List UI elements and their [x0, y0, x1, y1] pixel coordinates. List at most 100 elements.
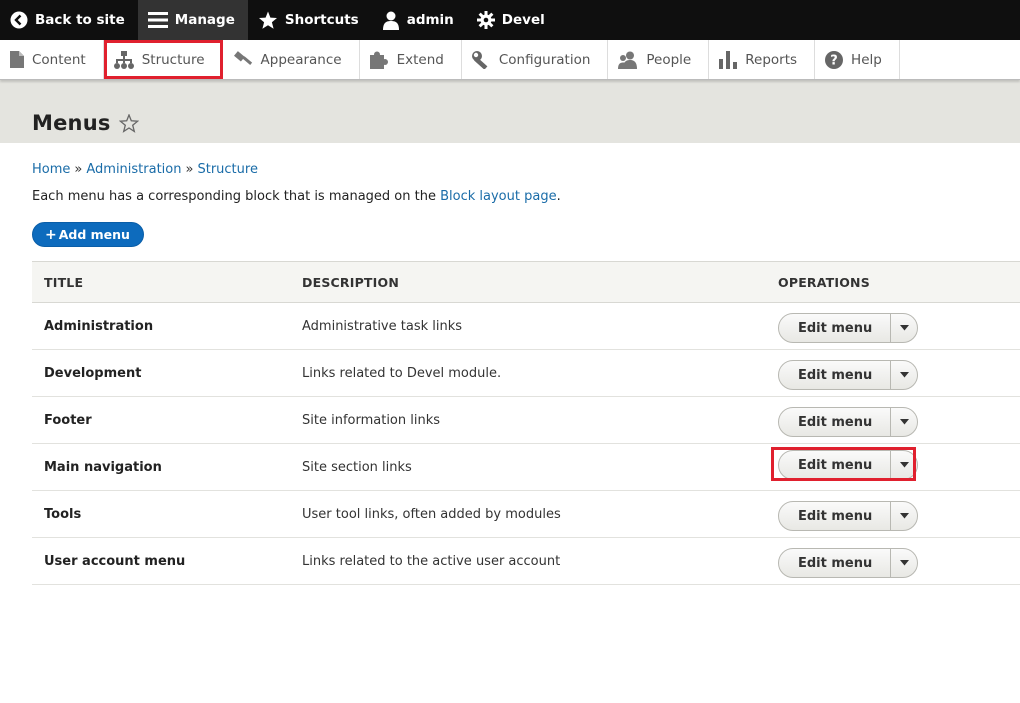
- tray-item-configuration[interactable]: Configuration: [462, 40, 609, 79]
- tray-label-people: People: [646, 51, 692, 68]
- menu-description: Links related to the active user account: [290, 537, 766, 585]
- back-to-site-link[interactable]: Back to site: [0, 0, 138, 40]
- shortcut-star-icon[interactable]: [118, 114, 139, 133]
- tray-item-appearance[interactable]: Appearance: [223, 40, 360, 79]
- table-row: User account menu Links related to the ac…: [32, 537, 1020, 585]
- table-row: Administration Administrative task links E…: [32, 302, 1020, 350]
- edit-menu-button[interactable]: Edit menu: [779, 408, 892, 436]
- tray-label-appearance: Appearance: [260, 51, 342, 68]
- table-row: Tools User tool links, often added by mod…: [32, 490, 1020, 538]
- gear-icon: [476, 11, 495, 29]
- admin-toolbar: Back to site Manage Shortcuts admin Deve…: [0, 0, 1020, 40]
- menu-operations-cell: Edit menu: [766, 490, 1020, 538]
- edit-menu-button[interactable]: Edit menu: [779, 451, 892, 479]
- paintbrush-icon: [233, 50, 253, 69]
- dropbutton-toggle[interactable]: [891, 502, 917, 530]
- tray-item-content[interactable]: Content: [0, 40, 104, 79]
- operations-dropbutton: Edit menu: [778, 499, 919, 531]
- edit-menu-button[interactable]: Edit menu: [779, 502, 892, 530]
- caret-down-icon: [899, 325, 909, 331]
- menu-operations-cell: Edit menu: [766, 537, 1020, 585]
- tray-item-structure[interactable]: Structure: [103, 40, 223, 79]
- main-content: Home» Administration» Structure Each menu …: [0, 162, 1020, 585]
- caret-down-icon: [899, 372, 909, 378]
- block-layout-link[interactable]: Block layout page: [440, 189, 556, 204]
- bar-chart-icon: [719, 50, 738, 69]
- tray-item-people[interactable]: People: [608, 40, 710, 79]
- menu-title[interactable]: Development: [32, 349, 290, 397]
- tray-item-extend[interactable]: Extend: [360, 40, 462, 79]
- puzzle-icon: [369, 51, 389, 69]
- table-row: Main navigation Site section links Edit me…: [32, 443, 1020, 491]
- desc-end: .: [556, 189, 561, 204]
- breadcrumb-structure[interactable]: Structure: [197, 162, 257, 177]
- menu-operations-cell: Edit menu: [766, 349, 1020, 397]
- table-header-row: TITLE DESCRIPTION OPERATIONS: [32, 261, 1020, 303]
- menu-description: Administrative task links: [290, 302, 766, 350]
- people-icon: [618, 51, 638, 69]
- dropbutton-toggle[interactable]: [891, 314, 917, 342]
- user-tab[interactable]: admin: [372, 0, 467, 40]
- tray-label-structure: Structure: [141, 51, 205, 68]
- dropbutton-toggle[interactable]: [891, 451, 917, 479]
- menu-title[interactable]: User account menu: [32, 537, 290, 585]
- dropbutton-toggle[interactable]: [891, 361, 917, 389]
- page-title: Menus: [32, 111, 111, 135]
- table-row: Development Links related to Devel module…: [32, 349, 1020, 397]
- tray-label-content: Content: [32, 51, 86, 68]
- shortcuts-tab[interactable]: Shortcuts: [248, 0, 372, 40]
- menu-description: Site information links: [290, 396, 766, 444]
- devel-label: Devel: [501, 12, 545, 28]
- dropbutton-toggle[interactable]: [891, 549, 917, 577]
- tray-item-help[interactable]: ? Help: [815, 40, 900, 79]
- back-circle-icon: [10, 11, 28, 29]
- operations-dropbutton: Edit menu: [778, 358, 919, 390]
- sitemap-icon: [113, 50, 134, 69]
- dropbutton: Edit menu: [778, 501, 919, 531]
- shortcuts-label: Shortcuts: [284, 12, 359, 28]
- operations-dropbutton: Edit menu: [770, 447, 919, 481]
- caret-down-icon: [899, 462, 909, 468]
- breadcrumb-administration[interactable]: Administration: [86, 162, 181, 177]
- edit-menu-button[interactable]: Edit menu: [779, 314, 892, 342]
- tray-item-reports[interactable]: Reports: [709, 40, 816, 79]
- user-label: admin: [406, 12, 454, 28]
- dropbutton: Edit menu: [778, 450, 919, 480]
- page-header: Menus: [0, 80, 1020, 143]
- menu-operations-cell: Edit menu: [766, 443, 1020, 491]
- menu-description: Links related to Devel module.: [290, 349, 766, 397]
- breadcrumb-separator: »: [185, 162, 194, 177]
- header-operations: OPERATIONS: [778, 274, 870, 290]
- back-to-site-label: Back to site: [35, 12, 125, 28]
- add-menu-button[interactable]: + Add menu: [32, 222, 144, 247]
- edit-menu-button[interactable]: Edit menu: [779, 549, 892, 577]
- edit-menu-button[interactable]: Edit menu: [779, 361, 892, 389]
- file-icon: [10, 51, 24, 68]
- operations-dropbutton: Edit menu: [778, 405, 919, 437]
- menu-title[interactable]: Footer: [32, 396, 290, 444]
- devel-tab[interactable]: Devel: [467, 0, 558, 40]
- menus-table: TITLE DESCRIPTION OPERATIONS Administrat…: [32, 261, 1020, 585]
- header-description: DESCRIPTION: [302, 274, 399, 290]
- svg-text:?: ?: [830, 53, 838, 68]
- dropbutton-toggle[interactable]: [891, 408, 917, 436]
- tray-label-help: Help: [851, 51, 882, 68]
- page-description: Each menu has a corresponding block that…: [32, 189, 988, 204]
- hamburger-icon: [147, 11, 168, 29]
- menu-title[interactable]: Main navigation: [32, 443, 290, 491]
- manage-tab[interactable]: Manage: [137, 0, 248, 40]
- breadcrumb: Home» Administration» Structure: [32, 162, 988, 177]
- tray-label-configuration: Configuration: [498, 51, 591, 68]
- tray-label-reports: Reports: [745, 51, 798, 68]
- dropbutton: Edit menu: [778, 548, 919, 578]
- operations-dropbutton: Edit menu: [778, 546, 919, 578]
- tray-label-extend: Extend: [396, 51, 444, 68]
- dropbutton: Edit menu: [778, 313, 919, 343]
- menu-operations-cell: Edit menu: [766, 302, 1020, 350]
- menu-title[interactable]: Tools: [32, 490, 290, 538]
- desc-text: Each menu has a corresponding block that…: [32, 189, 441, 204]
- dropbutton: Edit menu: [778, 360, 919, 390]
- breadcrumb-home[interactable]: Home: [32, 162, 70, 177]
- menu-title[interactable]: Administration: [32, 302, 290, 350]
- star-icon: [258, 11, 278, 30]
